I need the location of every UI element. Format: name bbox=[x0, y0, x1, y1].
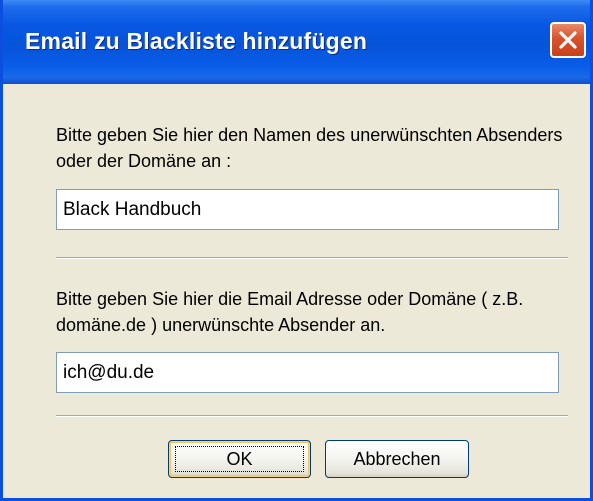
email-address-input[interactable] bbox=[56, 352, 559, 393]
close-button[interactable] bbox=[550, 22, 586, 58]
email-address-label: Bitte geben Sie hier die Email Adresse o… bbox=[56, 289, 524, 335]
ok-button[interactable]: OK bbox=[168, 440, 311, 478]
window-title: Email zu Blackliste hinzufügen bbox=[25, 28, 368, 54]
sender-name-input[interactable] bbox=[56, 189, 559, 230]
close-icon bbox=[559, 31, 577, 49]
separator-bottom bbox=[56, 415, 568, 417]
sender-name-label: Bitte geben Sie hier den Namen des unerw… bbox=[56, 125, 563, 171]
cancel-button[interactable]: Abbrechen bbox=[325, 440, 469, 478]
cancel-button-label: Abbrechen bbox=[353, 449, 441, 469]
ok-button-label: OK bbox=[226, 449, 253, 469]
title-bar[interactable]: Email zu Blackliste hinzufügen bbox=[3, 0, 590, 84]
separator-top bbox=[56, 257, 568, 259]
blacklist-dialog: Email zu Blackliste hinzufügen Bitte geb… bbox=[0, 0, 593, 501]
